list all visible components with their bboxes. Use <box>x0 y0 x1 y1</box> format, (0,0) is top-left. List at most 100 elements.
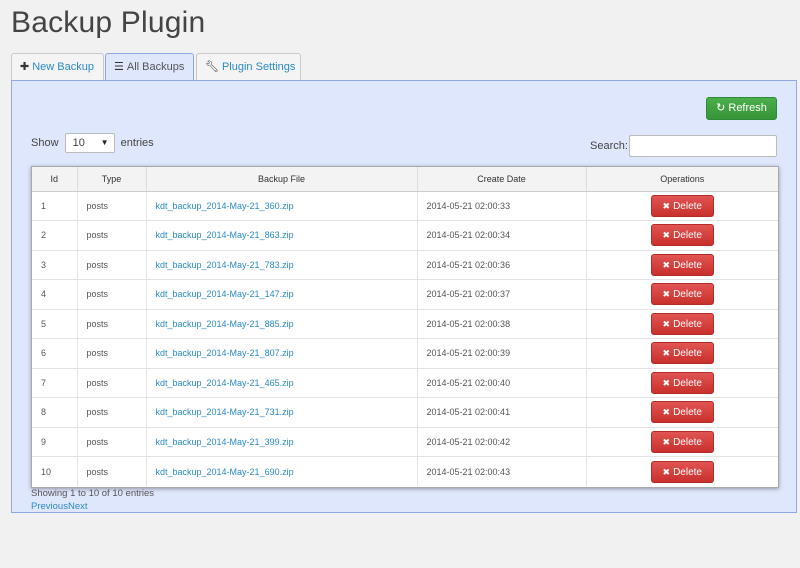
search-input[interactable] <box>629 135 777 157</box>
cell-backup-file: kdt_backup_2014-May-21_731.zip <box>146 397 418 428</box>
delete-button[interactable]: ✖ Delete <box>650 194 714 217</box>
cell-id: 3 <box>32 250 78 280</box>
next-link[interactable]: Next <box>68 501 88 512</box>
cell-backup-file: kdt_backup_2014-May-21_783.zip <box>146 250 418 280</box>
pagination: PreviousNext <box>31 501 88 512</box>
delete-label: Delete <box>673 318 702 330</box>
page-title: Backup Plugin <box>11 6 206 39</box>
backup-file-link[interactable]: kdt_backup_2014-May-21_399.zip <box>156 437 294 447</box>
close-icon: ✖ <box>662 318 671 329</box>
table-row: 5 posts kdt_backup_2014-May-21_885.zip 2014… <box>32 309 778 339</box>
cell-id: 5 <box>32 309 78 339</box>
close-icon: ✖ <box>662 259 671 270</box>
length-prefix: Show <box>31 136 59 149</box>
cell-create-date: 2014-05-21 02:00:33 <box>417 191 587 221</box>
tab-all-backups[interactable]: ☰ All Backups <box>105 53 194 82</box>
table-row: 8 posts kdt_backup_2014-May-21_731.zip 2014… <box>32 397 778 428</box>
cell-create-date: 2014-05-21 02:00:40 <box>417 368 587 398</box>
delete-button[interactable]: ✖ Delete <box>650 371 714 394</box>
search-area: Search: <box>590 135 777 157</box>
list-icon: ☰ <box>114 61 124 73</box>
refresh-label: Refresh <box>728 102 767 114</box>
delete-button[interactable]: ✖ Delete <box>650 283 714 306</box>
close-icon: ✖ <box>662 230 671 241</box>
entries-select[interactable]: 10 ▼ <box>64 133 115 153</box>
cell-type: posts <box>77 368 147 398</box>
backups-panel: ↻ Refresh Show 10 ▼ entries Search: Id T… <box>11 80 797 513</box>
cell-create-date: 2014-05-21 02:00:38 <box>417 309 587 339</box>
length-suffix: entries <box>120 136 154 149</box>
cell-type: posts <box>77 279 147 310</box>
table-row: 9 posts kdt_backup_2014-May-21_399.zip 2014… <box>32 427 778 457</box>
delete-button[interactable]: ✖ Delete <box>650 430 714 453</box>
table-row: 3 posts kdt_backup_2014-May-21_783.zip 2014… <box>32 250 778 280</box>
delete-button[interactable]: ✖ Delete <box>650 253 714 276</box>
column-header-type[interactable]: Type <box>77 167 147 192</box>
cell-type: posts <box>77 309 147 339</box>
cell-id: 2 <box>32 220 78 251</box>
cell-type: posts <box>77 456 147 486</box>
backup-file-link[interactable]: kdt_backup_2014-May-21_690.zip <box>156 467 294 477</box>
delete-button[interactable]: ✖ Delete <box>650 460 714 483</box>
backup-file-link[interactable]: kdt_backup_2014-May-21_360.zip <box>156 201 294 211</box>
column-header-backup-file[interactable]: Backup File <box>146 167 418 192</box>
delete-button[interactable]: ✖ Delete <box>650 342 714 365</box>
column-header-id[interactable]: Id <box>32 167 78 192</box>
close-icon: ✖ <box>662 348 671 359</box>
cell-operations: ✖ Delete <box>586 338 778 369</box>
cell-backup-file: kdt_backup_2014-May-21_465.zip <box>146 368 418 398</box>
delete-label: Delete <box>673 407 702 419</box>
cell-create-date: 2014-05-21 02:00:36 <box>417 250 587 280</box>
backup-file-link[interactable]: kdt_backup_2014-May-21_147.zip <box>156 289 294 299</box>
cell-id: 8 <box>32 397 78 428</box>
refresh-icon: ↻ <box>716 102 726 114</box>
delete-label: Delete <box>673 230 702 242</box>
cell-type: posts <box>77 191 147 221</box>
cell-backup-file: kdt_backup_2014-May-21_807.zip <box>146 338 418 369</box>
cell-backup-file: kdt_backup_2014-May-21_399.zip <box>146 427 418 457</box>
backups-table-container: Id Type Backup File Create Date Operatio… <box>31 166 779 488</box>
delete-button[interactable]: ✖ Delete <box>650 224 714 247</box>
backup-file-link[interactable]: kdt_backup_2014-May-21_807.zip <box>156 348 294 358</box>
column-header-create-date[interactable]: Create Date <box>417 167 587 192</box>
backup-file-link[interactable]: kdt_backup_2014-May-21_863.zip <box>156 230 294 240</box>
table-row: 2 posts kdt_backup_2014-May-21_863.zip 2014… <box>32 220 778 251</box>
backup-file-link[interactable]: kdt_backup_2014-May-21_731.zip <box>156 407 294 417</box>
tab-plugin-settings[interactable]: 🔧︎ Plugin Settings <box>196 53 301 81</box>
close-icon: ✖ <box>662 436 671 447</box>
delete-label: Delete <box>673 348 702 360</box>
cell-id: 10 <box>32 456 78 486</box>
column-header-operations[interactable]: Operations <box>586 167 778 192</box>
table-row: 1 posts kdt_backup_2014-May-21_360.zip 2014… <box>32 191 778 221</box>
cell-create-date: 2014-05-21 02:00:43 <box>417 456 587 486</box>
refresh-button[interactable]: ↻ Refresh <box>706 97 777 120</box>
cell-id: 7 <box>32 368 78 398</box>
wrench-icon: 🔧︎ <box>205 61 219 73</box>
delete-label: Delete <box>673 377 702 389</box>
tab-new-backup[interactable]: ✚ New Backup <box>11 53 104 81</box>
table-body: 1 posts kdt_backup_2014-May-21_360.zip 2014… <box>32 191 778 486</box>
entries-select-value: 10 <box>72 137 85 149</box>
delete-label: Delete <box>673 466 702 478</box>
delete-label: Delete <box>673 259 702 271</box>
close-icon: ✖ <box>662 200 671 211</box>
cell-type: posts <box>77 427 147 457</box>
cell-create-date: 2014-05-21 02:00:34 <box>417 220 587 251</box>
cell-backup-file: kdt_backup_2014-May-21_885.zip <box>146 309 418 339</box>
plus-icon: ✚ <box>20 61 30 73</box>
cell-id: 9 <box>32 427 78 457</box>
tab-label: New Backup <box>32 61 94 73</box>
cell-backup-file: kdt_backup_2014-May-21_863.zip <box>146 220 418 251</box>
cell-type: posts <box>77 338 147 369</box>
table-row: 10 posts kdt_backup_2014-May-21_690.zip 201… <box>32 456 778 486</box>
length-menu: Show 10 ▼ entries <box>31 133 154 153</box>
backup-file-link[interactable]: kdt_backup_2014-May-21_465.zip <box>156 378 294 388</box>
delete-button[interactable]: ✖ Delete <box>650 312 714 335</box>
backup-file-link[interactable]: kdt_backup_2014-May-21_885.zip <box>156 319 294 329</box>
previous-link[interactable]: Previous <box>31 501 68 512</box>
cell-backup-file: kdt_backup_2014-May-21_147.zip <box>146 279 418 310</box>
delete-button[interactable]: ✖ Delete <box>650 401 714 424</box>
delete-label: Delete <box>673 200 702 212</box>
cell-operations: ✖ Delete <box>586 309 778 339</box>
backup-file-link[interactable]: kdt_backup_2014-May-21_783.zip <box>156 260 294 270</box>
